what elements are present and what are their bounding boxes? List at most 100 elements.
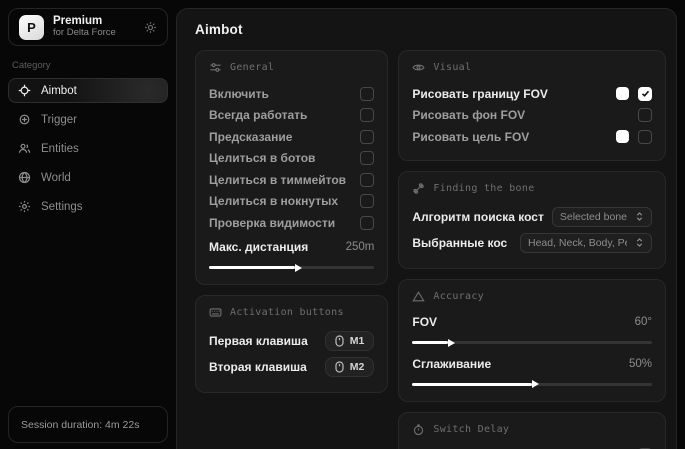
option-row: Целиться в тиммейтов: [209, 169, 374, 191]
keyboard-icon: [209, 306, 222, 319]
sidebar-item-label: Aimbot: [41, 85, 77, 97]
sidebar-item-world[interactable]: World: [8, 165, 168, 190]
trigger-icon: [18, 113, 31, 126]
sidebar: P Premium for Delta Force Category Aimbo…: [0, 0, 176, 449]
main-panel: Aimbot General Включить: [176, 8, 677, 449]
color-swatch[interactable]: [616, 130, 629, 143]
option-label: Рисовать границу FOV: [412, 87, 548, 101]
checkbox[interactable]: [638, 130, 652, 144]
option-label: Всегда работать: [209, 108, 307, 122]
sidebar-item-label: World: [41, 172, 71, 184]
sidebar-item-label: Settings: [41, 201, 83, 213]
chevron-up-down-icon: [635, 237, 644, 248]
keybind-row: Вторая клавиша M2: [209, 354, 374, 380]
general-card: General Включить Всегда работать Предска…: [195, 50, 388, 285]
select-label: Алгоритм поиска кост: [412, 210, 543, 224]
option-label: Предсказание: [209, 130, 292, 144]
select-value: Selected bone: [560, 211, 627, 223]
checkbox[interactable]: [360, 130, 374, 144]
smoothing-slider[interactable]: [412, 383, 652, 386]
selected-bones-select[interactable]: Head, Neck, Body, Pe..: [520, 233, 652, 253]
option-row: Задержка переключения: [412, 445, 652, 449]
globe-icon: [18, 171, 31, 184]
max-distance-group: Макс. дистанция 250m: [209, 237, 374, 270]
brand-box: P Premium for Delta Force: [8, 8, 168, 46]
gear-icon[interactable]: [144, 21, 157, 34]
checkbox[interactable]: [360, 151, 374, 165]
bone-icon: [412, 182, 425, 195]
checkbox[interactable]: [360, 173, 374, 187]
option-row: Целиться в нокнутых: [209, 191, 374, 213]
sidebar-item-trigger[interactable]: Trigger: [8, 107, 168, 132]
option-row: Всегда работать: [209, 105, 374, 127]
option-label: Включить: [209, 87, 269, 101]
option-label: Рисовать цель FOV: [412, 130, 529, 144]
triangle-icon: [412, 290, 425, 303]
checkbox[interactable]: [638, 108, 652, 122]
checkbox[interactable]: [360, 108, 374, 122]
keybind-label: Вторая клавиша: [209, 360, 307, 374]
slider-value: 250m: [346, 241, 375, 253]
slider-value: 50%: [629, 358, 652, 370]
sliders-icon: [209, 61, 222, 74]
visual-card: Visual Рисовать границу FOV Рисовать: [398, 50, 666, 161]
eye-icon: [412, 61, 425, 74]
color-swatch[interactable]: [616, 87, 629, 100]
keybind-value: M2: [350, 361, 365, 373]
section-title: Switch Delay: [433, 424, 509, 435]
mouse-icon: [335, 335, 344, 347]
option-row: Включить: [209, 83, 374, 105]
select-row: Выбранные кос Head, Neck, Body, Pe..: [412, 230, 652, 256]
sidebar-nav: Aimbot Trigger Entities: [0, 78, 176, 219]
option-label: Целиться в ботов: [209, 151, 315, 165]
checkbox[interactable]: [360, 87, 374, 101]
timer-icon: [412, 423, 425, 436]
section-title: Visual: [433, 62, 471, 73]
section-title: Activation buttons: [230, 307, 344, 318]
fov-group: FOV 60°: [412, 312, 652, 345]
keybind-button-m1[interactable]: M1: [325, 331, 375, 351]
section-title: Finding the bone: [433, 183, 534, 194]
right-column: Visual Рисовать границу FOV Рисовать: [398, 50, 666, 449]
slider-thumb[interactable]: [295, 264, 302, 272]
mouse-icon: [335, 361, 344, 373]
sidebar-item-aimbot[interactable]: Aimbot: [8, 78, 168, 103]
section-title: General: [230, 62, 274, 73]
keybind-row: Первая клавиша M1: [209, 328, 374, 354]
slider-value: 60°: [635, 316, 652, 328]
option-label: Целиться в нокнутых: [209, 194, 338, 208]
select-value: Head, Neck, Body, Pe..: [528, 237, 627, 249]
chevron-up-down-icon: [635, 211, 644, 222]
slider-thumb[interactable]: [448, 339, 455, 347]
checkbox[interactable]: [360, 194, 374, 208]
slider-label: Макс. дистанция: [209, 240, 308, 254]
smoothing-group: Сглаживание 50%: [412, 353, 652, 386]
bone-algorithm-select[interactable]: Selected bone: [552, 207, 652, 227]
option-row: Предсказание: [209, 126, 374, 148]
keybind-button-m2[interactable]: M2: [325, 357, 375, 377]
max-distance-slider[interactable]: [209, 266, 374, 269]
checkbox[interactable]: [638, 87, 652, 101]
option-label: Рисовать фон FOV: [412, 108, 525, 122]
switch-delay-card: Switch Delay Задержка переключения Задер…: [398, 412, 666, 449]
accuracy-card: Accuracy FOV 60° Сглаживание 50%: [398, 279, 666, 402]
option-row: Рисовать фон FOV: [412, 105, 652, 127]
fov-slider[interactable]: [412, 341, 652, 344]
checkbox[interactable]: [360, 216, 374, 230]
sidebar-item-entities[interactable]: Entities: [8, 136, 168, 161]
check-icon: [641, 89, 650, 98]
brand-logo: P: [19, 15, 44, 40]
bone-card: Finding the bone Алгоритм поиска кост Se…: [398, 171, 666, 269]
option-row: Целиться в ботов: [209, 148, 374, 170]
sidebar-item-settings[interactable]: Settings: [8, 194, 168, 219]
left-column: General Включить Всегда работать Предска…: [195, 50, 388, 403]
slider-thumb[interactable]: [532, 380, 539, 388]
select-row: Алгоритм поиска кост Selected bone: [412, 204, 652, 230]
option-row: Проверка видимости: [209, 212, 374, 234]
keybind-label: Первая клавиша: [209, 334, 308, 348]
session-box: Session duration: 4m 22s: [8, 406, 168, 443]
session-duration: Session duration: 4m 22s: [21, 419, 139, 431]
sidebar-item-label: Entities: [41, 143, 79, 155]
page-title: Aimbot: [195, 22, 666, 37]
category-label: Category: [12, 60, 164, 71]
